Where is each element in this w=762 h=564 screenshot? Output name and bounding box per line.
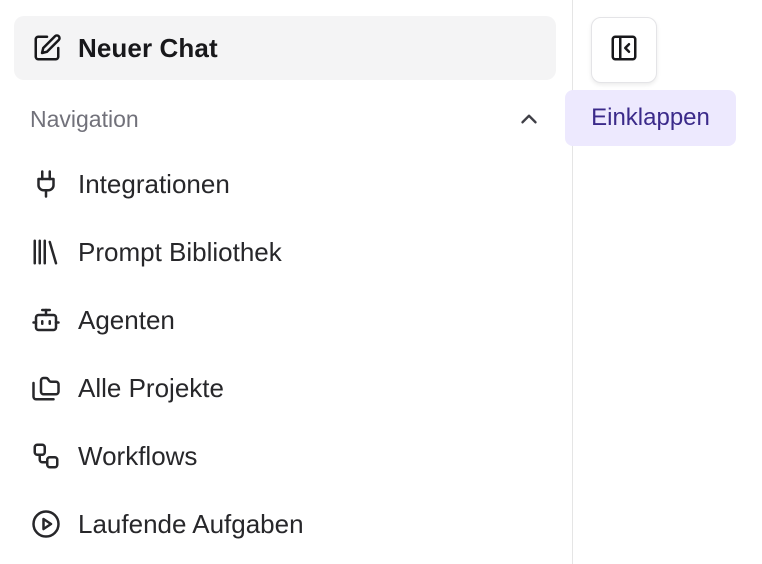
app-root: Neuer Chat Navigation Integrationen Prom… <box>0 0 762 564</box>
new-chat-button[interactable]: Neuer Chat <box>14 16 556 80</box>
navigation-section-toggle[interactable]: Navigation <box>30 100 542 138</box>
new-chat-label: Neuer Chat <box>78 32 218 63</box>
folders-icon <box>30 372 62 404</box>
nav-item-label: Integrationen <box>78 168 230 199</box>
navigation-list: Integrationen Prompt Bibliothek Agenten … <box>30 150 550 558</box>
nav-item-label: Workflows <box>78 440 198 471</box>
bot-icon <box>30 304 62 336</box>
collapse-sidebar-button[interactable] <box>591 17 657 83</box>
nav-item-label: Prompt Bibliothek <box>78 236 282 267</box>
nav-item-label: Laufende Aufgaben <box>78 508 304 539</box>
pencil-square-icon <box>32 33 62 63</box>
nav-item-label: Agenten <box>78 304 175 335</box>
nav-item-alle-projekte[interactable]: Alle Projekte <box>30 354 550 422</box>
sidebar: Neuer Chat Navigation Integrationen Prom… <box>0 0 573 564</box>
nav-item-label: Alle Projekte <box>78 372 224 403</box>
panel-left-close-icon <box>609 33 639 68</box>
navigation-section-label: Navigation <box>30 105 139 132</box>
play-circle-icon <box>30 508 62 540</box>
nav-item-laufende-aufgaben[interactable]: Laufende Aufgaben <box>30 490 550 558</box>
nav-item-workflows[interactable]: Workflows <box>30 422 550 490</box>
chevron-up-icon <box>516 106 542 132</box>
nav-item-prompt-bibliothek[interactable]: Prompt Bibliothek <box>30 218 550 286</box>
workflow-icon <box>30 440 62 472</box>
collapse-tooltip: Einklappen <box>565 90 736 146</box>
nav-item-agenten[interactable]: Agenten <box>30 286 550 354</box>
plug-icon <box>30 168 62 200</box>
library-icon <box>30 236 62 268</box>
nav-item-integrationen[interactable]: Integrationen <box>30 150 550 218</box>
tooltip-label: Einklappen <box>591 104 710 131</box>
